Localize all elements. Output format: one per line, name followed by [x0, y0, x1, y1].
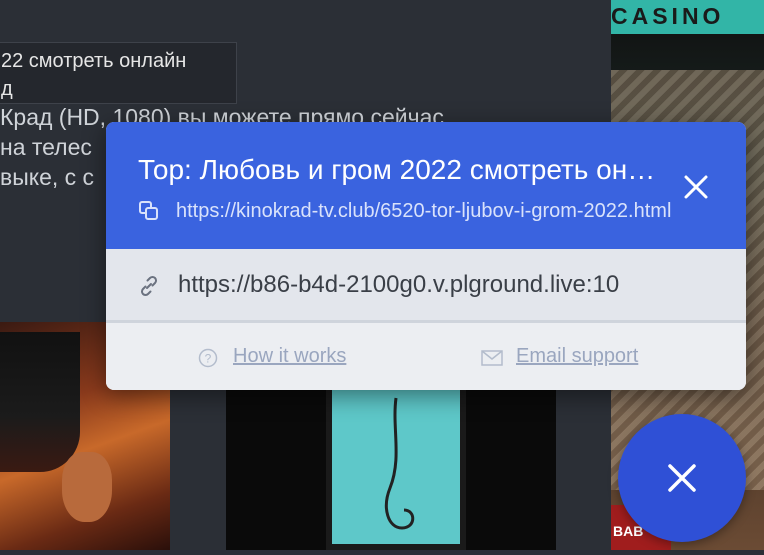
popup-title: Тор: Любовь и гром 2022 смотреть онлайн — [138, 154, 658, 185]
title-tooltip: 22 смотреть онлайн д — [0, 42, 237, 104]
stream-url-row[interactable]: https://b86-b4d-2100g0.v.plground.live:1… — [106, 249, 746, 323]
casino-banner-bar: CASINO — [611, 0, 764, 34]
poster-figure-mask — [0, 332, 80, 472]
poster-phone-screen — [326, 388, 466, 550]
svg-text:?: ? — [205, 352, 212, 366]
popup-header: Тор: Любовь и гром 2022 смотреть онлайн … — [106, 122, 746, 249]
stream-url[interactable]: https://b86-b4d-2100g0.v.plground.live:1… — [178, 269, 714, 301]
envelope-icon — [481, 350, 503, 366]
casino-brand-text: CASINO — [611, 3, 725, 29]
question-circle-icon: ? — [198, 348, 218, 368]
tooltip-line-1: 22 смотреть онлайн — [1, 50, 187, 72]
fishing-hook-icon — [385, 397, 415, 530]
copy-icon — [139, 201, 158, 220]
stream-popup: Тор: Любовь и гром 2022 смотреть онлайн … — [106, 122, 746, 390]
how-it-works-link[interactable]: How it works — [233, 345, 346, 368]
link-icon — [140, 275, 158, 297]
email-support-link[interactable]: Email support — [516, 345, 638, 368]
source-page-url[interactable]: https://kinokrad-tv.club/6520-tor-ljubov… — [176, 198, 672, 224]
close-icon — [668, 464, 696, 492]
floating-close-button[interactable] — [618, 414, 746, 542]
close-icon — [684, 175, 708, 199]
tooltip-line-2: д — [1, 78, 13, 100]
movie-poster-hook[interactable] — [226, 388, 556, 550]
poster-figure-face — [62, 452, 112, 522]
popup-close-button[interactable] — [678, 169, 714, 205]
popup-footer: ? How it works Email support — [106, 323, 746, 390]
